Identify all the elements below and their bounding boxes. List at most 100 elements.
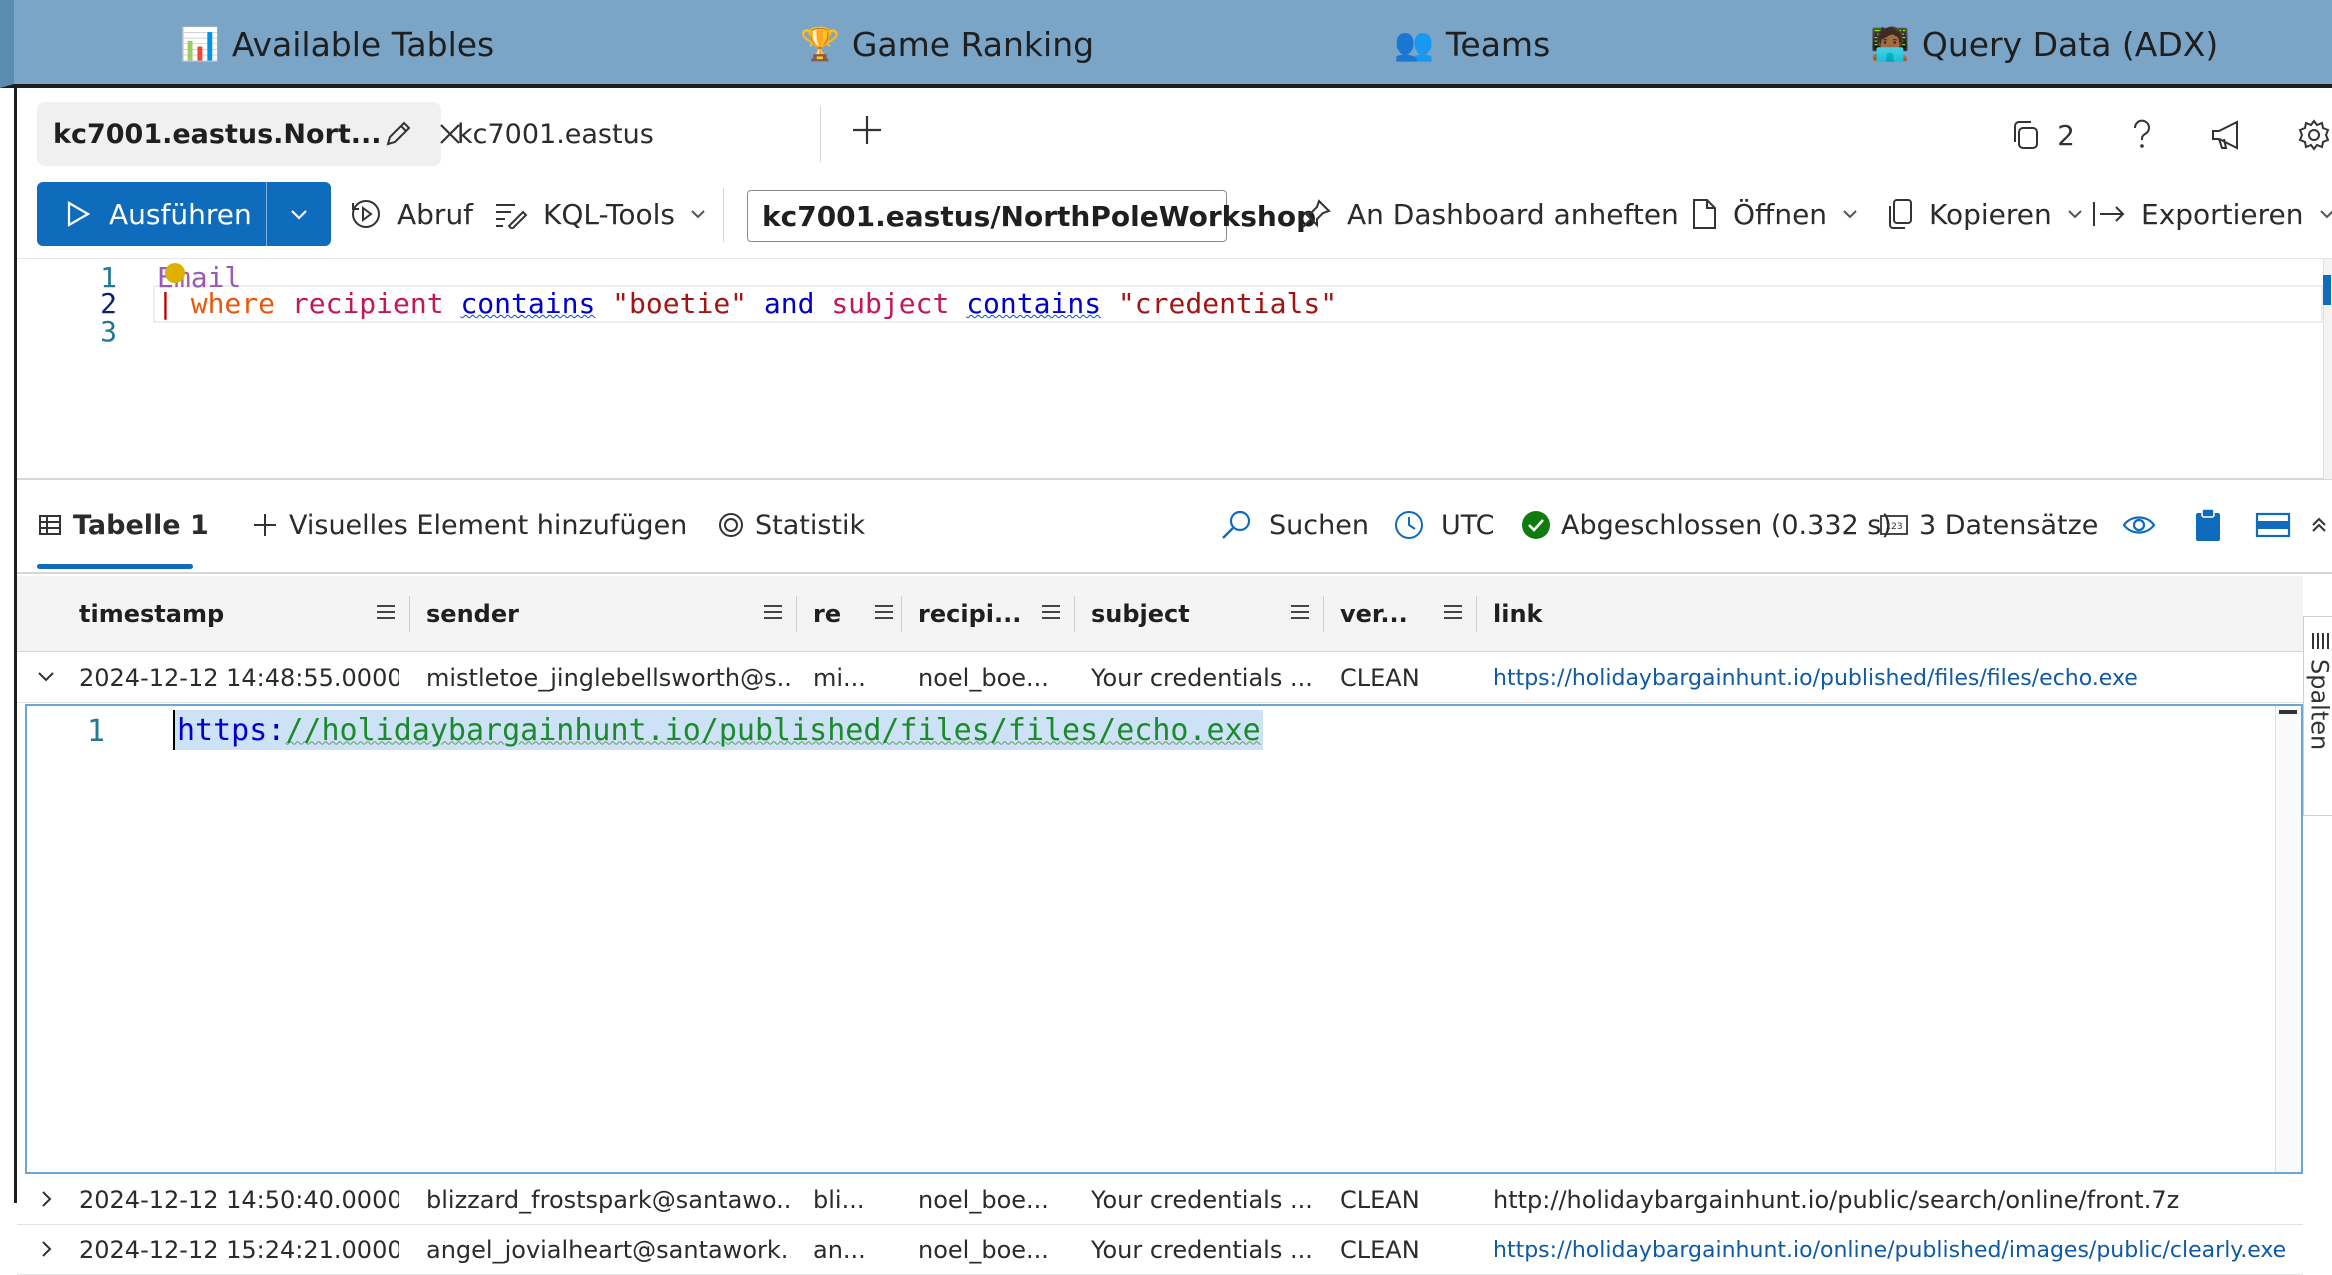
cell-reply-to: bli...	[813, 1186, 865, 1214]
line-number: 3	[100, 315, 117, 348]
pencil-icon[interactable]	[382, 118, 414, 150]
code-line-2[interactable]: | where recipient contains "boetie" and …	[157, 287, 1337, 320]
run-button-main[interactable]: Ausführen	[37, 182, 267, 246]
column-menu-icon[interactable]	[1289, 602, 1311, 622]
chevron-down-icon	[691, 210, 705, 219]
settings-gear-icon[interactable]	[2297, 118, 2331, 152]
number-icon: 123	[1880, 515, 1908, 535]
detail-value[interactable]: https://holidaybargainhunt.io/published/…	[173, 710, 1263, 750]
cell-recipient: noel_boe...	[918, 1186, 1049, 1214]
document-icon	[1693, 199, 1716, 229]
query-tab-bar: kc7001.eastus.Nort... kc7001.eastus 2	[17, 88, 2332, 180]
column-header-link[interactable]: link	[1477, 576, 2297, 652]
megaphone-icon[interactable]	[2209, 118, 2245, 152]
chevron-right-icon[interactable]	[35, 1188, 57, 1210]
cell-sender: angel_jovialheart@santawork...	[426, 1236, 791, 1264]
export-button[interactable]: Exportieren	[2091, 182, 2332, 246]
clock-icon	[1395, 511, 1423, 539]
cell-reply-to: mi...	[813, 664, 866, 692]
clipboard-icon[interactable]	[2193, 502, 2233, 548]
column-menu-icon[interactable]	[1040, 602, 1062, 622]
database-selector[interactable]: kc7001.eastus/NorthPoleWorkshop	[747, 190, 1316, 242]
detail-scroll-thumb[interactable]	[2279, 710, 2297, 714]
run-dropdown[interactable]	[267, 207, 331, 221]
search-button[interactable]: Suchen	[1219, 502, 1369, 548]
warning-lightbulb-icon[interactable]	[165, 263, 185, 283]
add-tab-icon[interactable]	[849, 112, 885, 148]
column-menu-icon[interactable]	[762, 602, 784, 622]
people-icon: 👥	[1394, 25, 1434, 63]
nav-available-tables[interactable]: 📊 Available Tables	[180, 18, 494, 70]
kql-tools-button[interactable]: KQL-Tools	[493, 182, 721, 246]
nav-query-data[interactable]: 🧑🏾‍💻 Query Data (ADX)	[1870, 18, 2218, 70]
add-visual-button[interactable]: Visuelles Element hinzufügen	[251, 502, 687, 548]
cell-verdict: CLEAN	[1340, 664, 1420, 692]
tab-table-1[interactable]: Tabelle 1	[37, 502, 209, 548]
cell-sender: mistletoe_jinglebellsworth@s...	[426, 664, 791, 692]
query-status: Abgeschlossen (0.332 s)	[1521, 502, 1892, 548]
columns-side-panel[interactable]: Spalten	[2303, 616, 2332, 816]
record-count: 123 3 Datensätze	[1879, 502, 2098, 548]
table-row[interactable]: 2024-12-12 15:24:21.0000 angel_jovialhea…	[17, 1225, 2303, 1275]
check-circle-icon	[1522, 511, 1550, 539]
column-header-subject[interactable]: subject	[1075, 576, 1323, 652]
cell-subject: Your credentials ...	[1091, 1186, 1313, 1214]
query-editor[interactable]: 1 2 3 Email | where recipient contains "…	[17, 258, 2332, 480]
results-grid: timestamp sender re recipi... subject ve…	[17, 576, 2317, 1225]
query-window: kc7001.eastus.Nort... kc7001.eastus 2 Au…	[14, 88, 2332, 1275]
grid-header: timestamp sender re recipi... subject ve…	[17, 576, 2303, 652]
technologist-icon: 🧑🏾‍💻	[1870, 25, 1910, 63]
chevron-down-icon[interactable]	[35, 666, 57, 688]
open-button[interactable]: Öffnen	[1689, 182, 1873, 246]
column-header-recipient[interactable]: recipi...	[902, 576, 1074, 652]
history-icon	[352, 200, 380, 228]
copy-tabs-icon	[2014, 121, 2039, 149]
results-header: Tabelle 1 Visuelles Element hinzufügen S…	[17, 480, 2332, 574]
table-row[interactable]: 2024-12-12 14:50:40.0000 blizzard_frosts…	[17, 1175, 2303, 1225]
chevron-right-icon[interactable]	[35, 1238, 57, 1260]
copy-button[interactable]: Kopieren	[1885, 182, 2098, 246]
run-button[interactable]: Ausführen	[37, 182, 331, 246]
cell-verdict: CLEAN	[1340, 1236, 1420, 1264]
nav-game-ranking[interactable]: 🏆 Game Ranking	[800, 18, 1094, 70]
column-header-timestamp[interactable]: timestamp	[63, 576, 409, 652]
export-arrow-icon	[2093, 202, 2125, 226]
column-header-verdict[interactable]: ver...	[1324, 576, 1476, 652]
column-menu-icon[interactable]	[1442, 602, 1464, 622]
chart-icon: 📊	[180, 25, 220, 63]
column-header-sender[interactable]: sender	[410, 576, 796, 652]
chevron-down-icon	[2319, 210, 2332, 219]
cell-subject: Your credentials ...	[1091, 1236, 1313, 1264]
cell-link[interactable]: https://holidaybargainhunt.io/published/…	[1493, 653, 2299, 703]
cell-reply-to: an...	[813, 1236, 866, 1264]
pin-dashboard-button[interactable]: An Dashboard anheften	[1299, 182, 1679, 246]
help-icon[interactable]	[2127, 118, 2157, 152]
stats-button[interactable]: Statistik	[717, 502, 865, 548]
active-tab-indicator	[37, 564, 193, 569]
layout-rows-icon[interactable]	[2255, 502, 2301, 548]
table-row[interactable]: 2024-12-12 14:48:55.0000 mistletoe_jingl…	[17, 653, 2303, 703]
column-menu-icon[interactable]	[873, 602, 895, 622]
query-tab-active[interactable]: kc7001.eastus.Nort...	[37, 102, 460, 166]
collapse-up-icon[interactable]	[2309, 502, 2332, 548]
cell-timestamp: 2024-12-12 14:50:40.0000	[79, 1186, 399, 1214]
column-menu-icon[interactable]	[375, 602, 397, 622]
query-tab-second[interactable]: kc7001.eastus	[441, 102, 831, 166]
cell-link[interactable]: https://holidaybargainhunt.io/online/pub…	[1493, 1225, 2299, 1275]
column-header-reply-to[interactable]: re	[797, 576, 901, 652]
row-detail-viewer[interactable]: 1 https://holidaybargainhunt.io/publishe…	[25, 704, 2303, 1174]
editor-scroll-marker	[2323, 275, 2331, 305]
nav-teams[interactable]: 👥 Teams	[1394, 18, 1550, 70]
recall-button[interactable]: Abruf	[349, 182, 473, 246]
table-icon	[39, 515, 61, 535]
cell-timestamp: 2024-12-12 14:48:55.0000	[79, 664, 399, 692]
eye-icon[interactable]	[2121, 502, 2167, 548]
plus-icon	[254, 514, 276, 536]
open-tabs-button[interactable]: 2	[2009, 118, 2075, 152]
columns-icon	[2311, 633, 2329, 649]
detail-scrollbar[interactable]	[2275, 706, 2301, 1172]
timezone-button[interactable]: UTC	[1393, 502, 1495, 548]
pin-icon	[1302, 199, 1331, 228]
stats-icon	[719, 513, 743, 537]
cell-link[interactable]: http://holidaybargainhunt.io/public/sear…	[1493, 1175, 2299, 1225]
